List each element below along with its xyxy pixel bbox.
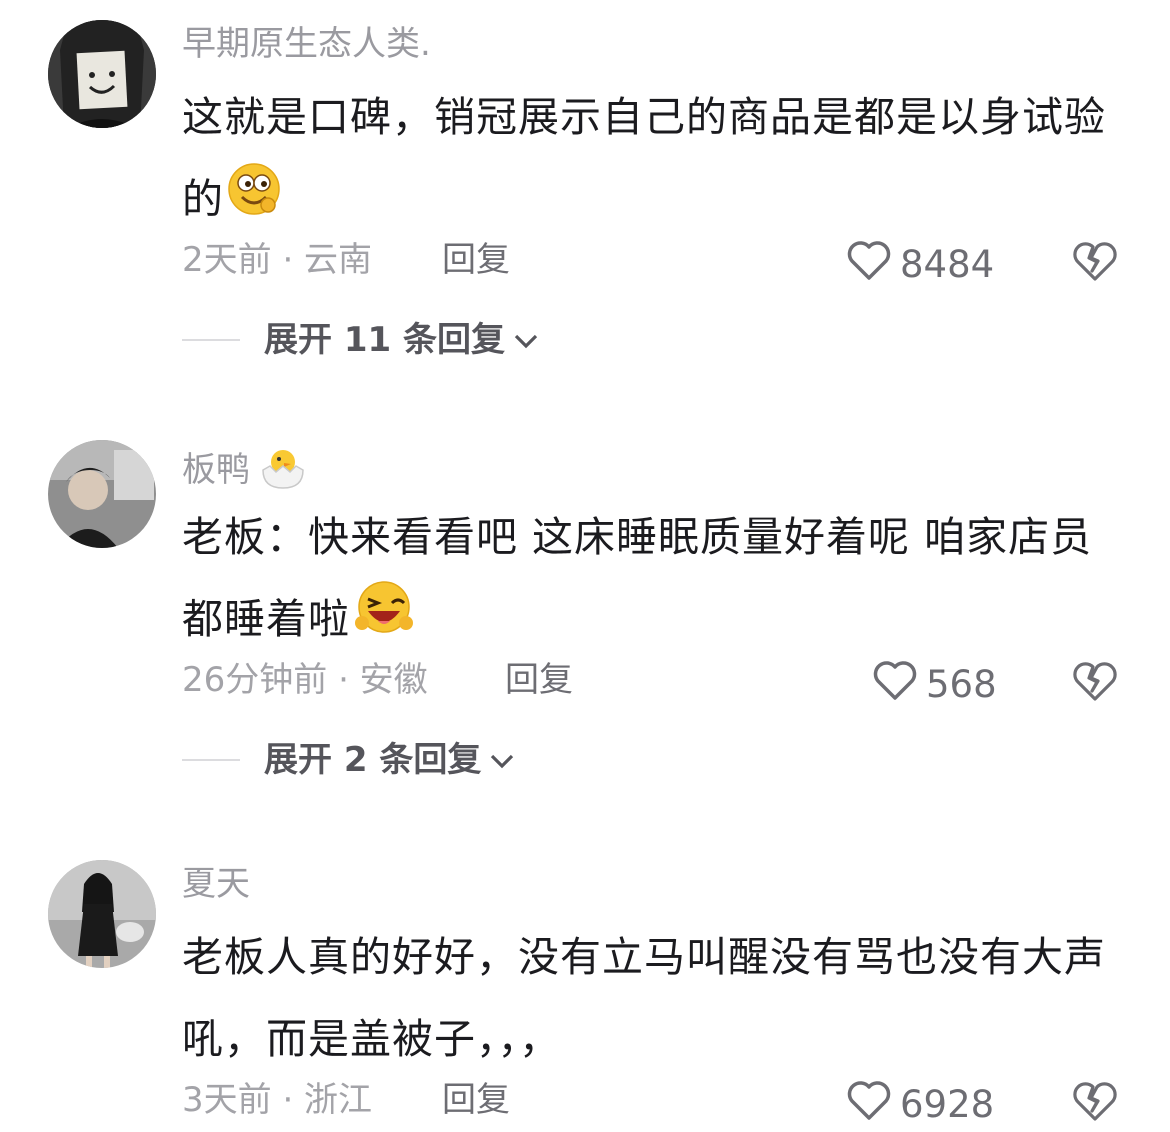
like-count: 568 <box>926 663 997 706</box>
comment-item: 板鸭 老板：快来看看吧 这床睡眠质量好着呢 咱家店员都睡着啦 26分钟前 · 安… <box>0 420 1170 820</box>
comment-body: 老板：快来看看吧 这床睡眠质量好着呢 咱家店员都睡着啦 <box>182 496 1122 666</box>
reply-button[interactable]: 回复 <box>442 1078 510 1122</box>
avatar[interactable] <box>48 440 156 548</box>
chevron-down-icon <box>489 738 515 782</box>
comment-item: 夏天 老板人真的好好，没有立马叫醒没有骂也没有大声吼，而是盖被子，，， 3天前 … <box>0 840 1170 1126</box>
comment-time-location: 2天前 · 云南 <box>182 240 373 280</box>
expand-replies-label: 展开 2 条回复 <box>264 740 482 780</box>
heart-icon <box>872 658 918 712</box>
divider-line <box>182 759 240 761</box>
comment-text: 这就是口碑，销冠展示自己的商品是都是以身试验的 <box>182 93 1106 223</box>
expand-replies-button[interactable]: 展开 11 条回复 <box>182 318 539 362</box>
comment-text: 老板人真的好好，没有立马叫醒没有骂也没有大声吼，而是盖被子，，， <box>182 933 1106 1063</box>
comment-username[interactable]: 夏天 <box>182 862 250 906</box>
like-button[interactable]: 568 <box>872 658 997 712</box>
expand-replies-label: 展开 11 条回复 <box>264 320 505 360</box>
like-count: 6928 <box>900 1083 995 1126</box>
comment-time-location: 3天前 · 浙江 <box>182 1080 373 1120</box>
like-button[interactable]: 8484 <box>846 238 994 292</box>
username-text: 板鸭 <box>182 450 250 490</box>
broken-heart-icon <box>1072 662 1118 708</box>
avatar-masked-face-image <box>48 20 156 128</box>
heart-icon <box>846 1078 892 1132</box>
reply-button[interactable]: 回复 <box>505 658 573 702</box>
comment-username[interactable]: 早期原生态人类. <box>182 22 431 66</box>
comment-username[interactable]: 板鸭 <box>182 442 308 501</box>
avatar-portrait-image <box>48 860 156 968</box>
divider-line <box>182 339 240 341</box>
dislike-button[interactable] <box>1072 658 1118 704</box>
comment-body: 老板人真的好好，没有立马叫醒没有骂也没有大声吼，而是盖被子，，， <box>182 916 1122 1080</box>
comment-body: 这就是口碑，销冠展示自己的商品是都是以身试验的 <box>182 76 1122 244</box>
like-button[interactable]: 6928 <box>846 1078 994 1132</box>
broken-heart-icon <box>1072 242 1118 288</box>
reply-button[interactable]: 回复 <box>442 238 510 282</box>
comment-text: 老板：快来看看吧 这床睡眠质量好着呢 咱家店员都睡着啦 <box>182 513 1093 643</box>
comment-time-location: 26分钟前 · 安徽 <box>182 660 428 700</box>
comment-item: 早期原生态人类. 这就是口碑，销冠展示自己的商品是都是以身试验的 2天前 · 云… <box>0 0 1170 400</box>
expand-replies-button[interactable]: 展开 2 条回复 <box>182 738 515 782</box>
smiling-emoji-face-icon <box>226 161 282 244</box>
hatching-chick-emoji-icon <box>258 442 308 501</box>
heart-icon <box>846 238 892 292</box>
dislike-button[interactable] <box>1072 1078 1118 1124</box>
winking-laugh-emoji-icon <box>352 579 416 666</box>
chevron-down-icon <box>513 318 539 362</box>
dislike-button[interactable] <box>1072 238 1118 284</box>
avatar[interactable] <box>48 860 156 968</box>
like-count: 8484 <box>900 243 995 286</box>
avatar[interactable] <box>48 20 156 128</box>
avatar-portrait-image <box>48 440 156 548</box>
